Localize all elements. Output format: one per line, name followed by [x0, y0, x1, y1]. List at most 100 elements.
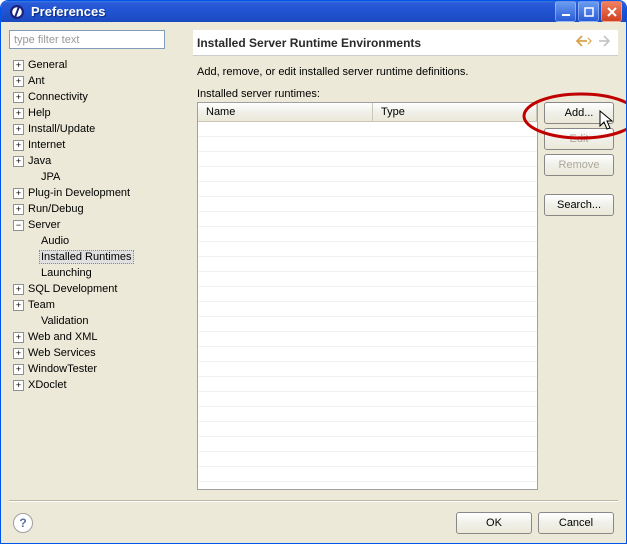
table-row — [198, 467, 537, 482]
expand-icon[interactable]: + — [13, 332, 24, 343]
section-description: Add, remove, or edit installed server ru… — [197, 66, 614, 78]
expand-icon[interactable]: + — [13, 204, 24, 215]
expand-icon[interactable]: + — [13, 76, 24, 87]
edit-button: Edit — [544, 128, 614, 150]
tree-item-label: Run/Debug — [28, 203, 84, 215]
tree-item[interactable]: + Plug-in Development — [9, 185, 185, 201]
expand-icon[interactable]: + — [13, 92, 24, 103]
tree-item[interactable]: +Web and XML — [9, 329, 185, 345]
runtimes-table[interactable]: Name Type — [197, 102, 538, 490]
tree-item[interactable]: Launching — [9, 265, 185, 281]
ok-button[interactable]: OK — [456, 512, 532, 534]
tree-item[interactable]: + Internet — [9, 137, 185, 153]
table-row — [198, 332, 537, 347]
tree-item-label: General — [28, 59, 67, 71]
tree-item-label: Audio — [41, 235, 69, 247]
tree-item-label: Server — [28, 219, 60, 231]
tree-item[interactable]: +WindowTester — [9, 361, 185, 377]
preferences-tree[interactable]: +General+Ant+Connectivity+Help+Install/U… — [9, 53, 185, 494]
tree-item-label: Validation — [41, 315, 89, 327]
tree-item-label: Install/Update — [28, 123, 95, 135]
tree-item-label: Ant — [28, 75, 45, 87]
tree-item[interactable]: +Help — [9, 105, 185, 121]
section-title: Installed Server Runtime Environments — [197, 36, 421, 50]
table-row — [198, 452, 537, 467]
table-row — [198, 152, 537, 167]
table-row — [198, 182, 537, 197]
tree-item[interactable]: Validation — [9, 313, 185, 329]
app-icon — [9, 4, 25, 20]
table-row — [198, 242, 537, 257]
expand-icon[interactable]: + — [13, 108, 24, 119]
expand-icon[interactable]: + — [13, 124, 24, 135]
remove-button: Remove — [544, 154, 614, 176]
table-row — [198, 212, 537, 227]
table-row — [198, 392, 537, 407]
nav-forward-icon — [594, 34, 610, 51]
tree-item[interactable]: Audio — [9, 233, 185, 249]
tree-item-label: Launching — [41, 267, 92, 279]
table-row — [198, 272, 537, 287]
client-area: +General+Ant+Connectivity+Help+Install/U… — [1, 22, 626, 544]
table-label: Installed server runtimes: — [197, 88, 614, 100]
expand-icon[interactable]: + — [13, 284, 24, 295]
tree-item-label: Team — [28, 299, 55, 311]
tree-item[interactable]: Installed Runtimes — [9, 249, 185, 265]
tree-item[interactable]: + Team — [9, 297, 185, 313]
tree-item-label: Installed Runtimes — [39, 250, 134, 264]
right-pane: Installed Server Runtime Environments Ad… — [193, 30, 618, 494]
expand-icon[interactable]: + — [13, 364, 24, 375]
expand-icon[interactable]: + — [13, 380, 24, 391]
tree-item[interactable]: + General — [9, 57, 185, 73]
tree-item[interactable]: + Ant — [9, 73, 185, 89]
expand-icon[interactable]: + — [13, 188, 24, 199]
tree-item-label: Internet — [28, 139, 65, 151]
expand-icon[interactable]: + — [13, 348, 24, 359]
tree-item-label: Java — [28, 155, 51, 167]
tree-item-label: Connectivity — [28, 91, 88, 103]
table-row — [198, 377, 537, 392]
table-row — [198, 122, 537, 137]
table-row — [198, 287, 537, 302]
help-button[interactable]: ? — [13, 513, 33, 533]
collapse-icon[interactable]: − — [13, 220, 24, 231]
tree-item[interactable]: + Java — [9, 153, 185, 169]
tree-item[interactable]: + SQL Development — [9, 281, 185, 297]
left-pane: +General+Ant+Connectivity+Help+Install/U… — [9, 30, 185, 494]
minimize-button[interactable] — [555, 1, 576, 22]
separator — [9, 500, 618, 502]
tree-item-label: SQL Development — [28, 283, 117, 295]
expand-icon[interactable]: + — [13, 140, 24, 151]
tree-item-label: Plug-in Development — [28, 187, 130, 199]
expand-icon[interactable]: + — [13, 156, 24, 167]
tree-item[interactable]: + Connectivity — [9, 89, 185, 105]
maximize-button[interactable] — [578, 1, 599, 22]
preferences-window: Preferences + General + Ant + Connectivity +He… — [0, 0, 627, 544]
table-row — [198, 437, 537, 452]
add-button[interactable]: Add... — [544, 102, 614, 124]
footer: ? OK Cancel — [9, 508, 618, 538]
table-row — [198, 317, 537, 332]
column-name[interactable]: Name — [198, 103, 373, 121]
tree-item[interactable]: −Server — [9, 217, 185, 233]
expand-icon[interactable]: + — [13, 300, 24, 311]
table-row — [198, 302, 537, 317]
table-row — [198, 137, 537, 152]
table-row — [198, 197, 537, 212]
tree-item[interactable]: + Install/Update — [9, 121, 185, 137]
tree-item[interactable]: JPA — [9, 169, 185, 185]
tree-item[interactable]: + Run/Debug — [9, 201, 185, 217]
tree-item-label: JPA — [41, 171, 60, 183]
table-row — [198, 347, 537, 362]
column-type[interactable]: Type — [373, 103, 537, 121]
nav-back-icon[interactable] — [576, 34, 592, 51]
titlebar[interactable]: Preferences — [1, 1, 626, 22]
window-title: Preferences — [31, 4, 555, 19]
close-button[interactable] — [601, 1, 622, 22]
search-button[interactable]: Search... — [544, 194, 614, 216]
filter-input[interactable] — [9, 30, 165, 49]
cancel-button[interactable]: Cancel — [538, 512, 614, 534]
tree-item[interactable]: +Web Services — [9, 345, 185, 361]
expand-icon[interactable]: + — [13, 60, 24, 71]
tree-item[interactable]: +XDoclet — [9, 377, 185, 393]
